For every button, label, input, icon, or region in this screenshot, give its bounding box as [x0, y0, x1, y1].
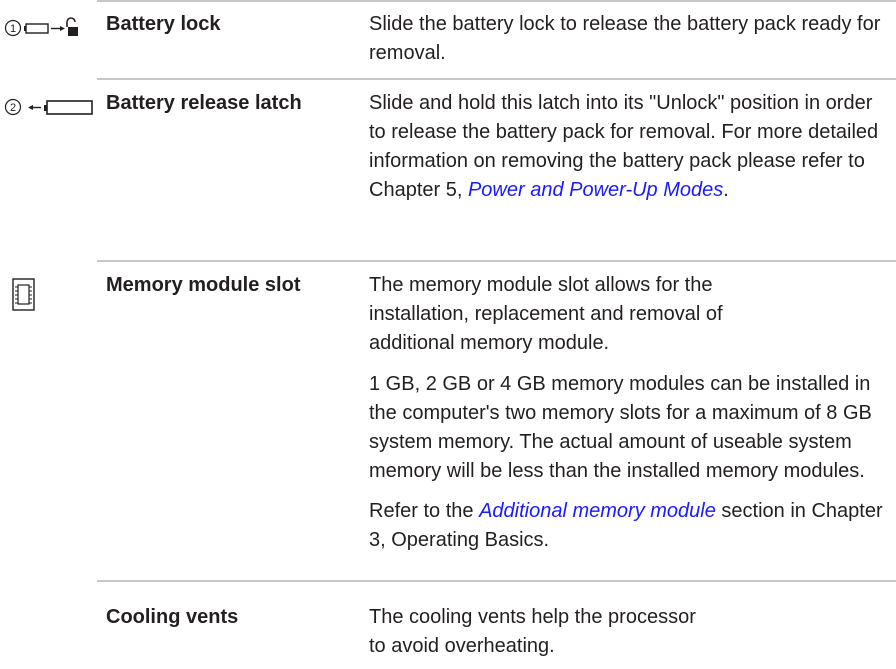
svg-text:1: 1 [10, 23, 16, 35]
desc-text: . [723, 179, 729, 201]
desc-memory-slot-1: The memory module slot allows for the in… [369, 274, 723, 354]
term-battery-release-latch: Battery release latch [106, 92, 302, 114]
link-power-modes[interactable]: Power and Power-Up Modes [468, 179, 723, 201]
desc-text: Refer to the [369, 500, 480, 522]
desc-battery-lock: Slide the battery lock to release the ba… [369, 13, 881, 64]
battery-lock-icon: 1 [4, 17, 78, 37]
desc-cooling-vents: The cooling vents help the processor to … [369, 606, 696, 657]
divider [97, 78, 896, 80]
term-memory-module-slot: Memory module slot [106, 274, 301, 296]
divider [97, 580, 896, 582]
battery-release-latch-icon: 2 [4, 98, 93, 116]
term-cooling-vents: Cooling vents [106, 606, 239, 628]
svg-text:2: 2 [10, 102, 16, 114]
link-additional-memory-module[interactable]: Additional memory module [479, 500, 716, 522]
divider [97, 0, 896, 2]
memory-module-icon [12, 278, 35, 311]
desc-memory-slot-3: Refer to the Additional memory module se… [369, 497, 889, 555]
desc-memory-slot-2: 1 GB, 2 GB or 4 GB memory modules can be… [369, 373, 872, 482]
divider [97, 260, 896, 262]
term-battery-lock: Battery lock [106, 13, 221, 35]
desc-battery-release-latch: Slide and hold this latch into its "Unlo… [369, 89, 889, 205]
